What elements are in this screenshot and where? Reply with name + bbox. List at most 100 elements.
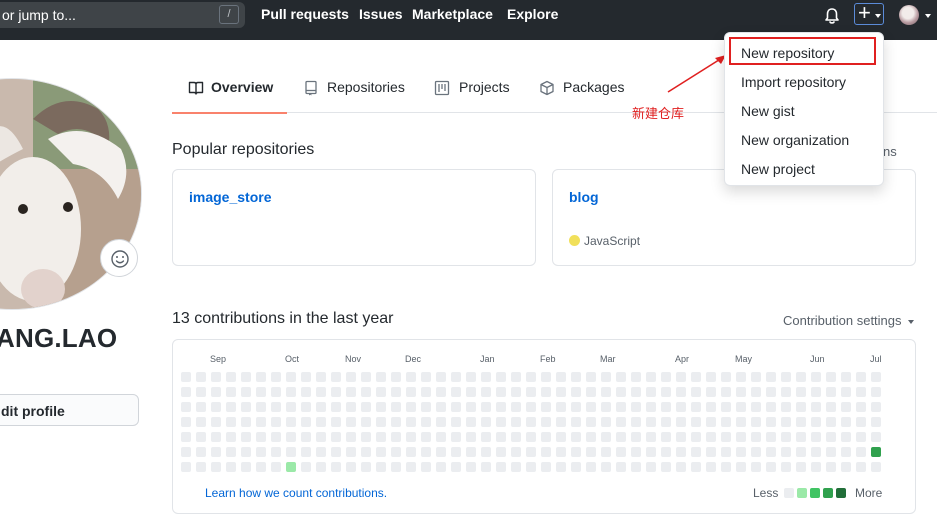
tab-packages-label: Packages	[563, 79, 625, 95]
contribution-day-cell	[826, 447, 836, 457]
contribution-day-cell	[451, 402, 461, 412]
contribution-day-cell	[211, 387, 221, 397]
contribution-day-cell	[586, 462, 596, 472]
contribution-day-cell	[241, 402, 251, 412]
menu-item-new-repository[interactable]: New repository	[741, 45, 834, 61]
nav-pull-requests[interactable]: Pull requests	[261, 6, 349, 22]
contribution-day-cell	[271, 462, 281, 472]
legend-level-4	[836, 488, 846, 498]
contribution-day-cell	[766, 462, 776, 472]
contribution-day-cell	[706, 402, 716, 412]
contribution-day-cell	[346, 402, 356, 412]
contribution-day-cell	[706, 372, 716, 382]
contribution-day-cell	[346, 372, 356, 382]
contribution-day-cell	[811, 372, 821, 382]
contribution-day-cell	[586, 387, 596, 397]
contribution-day-cell	[496, 387, 506, 397]
tab-overview[interactable]: Overview	[172, 66, 287, 114]
contribution-day-cell	[346, 462, 356, 472]
contribution-day-cell	[241, 462, 251, 472]
set-status-button[interactable]	[100, 239, 138, 277]
contribution-day-cell	[661, 387, 671, 397]
nav-explore[interactable]: Explore	[507, 6, 558, 22]
contribution-day-cell	[616, 447, 626, 457]
notification-bell-icon[interactable]	[822, 6, 842, 26]
contribution-day-cell	[436, 417, 446, 427]
contribution-day-cell	[271, 402, 281, 412]
repo-link-image-store[interactable]: image_store	[189, 189, 271, 205]
contribution-day-cell	[256, 432, 266, 442]
legend-level-1	[797, 488, 807, 498]
contribution-day-cell	[841, 402, 851, 412]
contribution-day-cell	[751, 462, 761, 472]
contribution-day-cell	[376, 432, 386, 442]
contribution-day-cell	[316, 417, 326, 427]
search-input[interactable]: or jump to... /	[0, 2, 245, 28]
learn-contributions-link[interactable]: Learn how we count contributions.	[205, 486, 387, 500]
repo-link-blog[interactable]: blog	[569, 189, 599, 205]
menu-item-new-organization[interactable]: New organization	[741, 132, 849, 148]
contribution-day-cell	[661, 447, 671, 457]
contribution-day-cell	[691, 447, 701, 457]
contribution-day-cell	[196, 417, 206, 427]
tab-packages[interactable]: Packages	[539, 66, 634, 113]
contribution-day-cell	[406, 372, 416, 382]
user-menu-caret-icon[interactable]	[925, 14, 931, 18]
contribution-day-cell	[286, 372, 296, 382]
contribution-day-cell	[241, 387, 251, 397]
contribution-day-cell	[451, 447, 461, 457]
contribution-day-cell	[451, 417, 461, 427]
contribution-day-cell	[586, 417, 596, 427]
contribution-day-cell	[511, 417, 521, 427]
contribution-day-cell	[241, 447, 251, 457]
contribution-day-cell	[721, 402, 731, 412]
contribution-day-cell	[301, 432, 311, 442]
project-icon	[434, 80, 450, 96]
contribution-day-cell	[676, 387, 686, 397]
legend-more-label: More	[855, 486, 883, 500]
contribution-day-cell	[586, 402, 596, 412]
menu-item-import-repository[interactable]: Import repository	[741, 74, 846, 90]
edit-profile-button[interactable]: dit profile	[0, 394, 139, 426]
contribution-day-cell	[286, 447, 296, 457]
contribution-day-cell	[271, 372, 281, 382]
contribution-day-cell	[721, 387, 731, 397]
contribution-day-cell	[691, 402, 701, 412]
legend-less-label: Less	[753, 486, 779, 500]
nav-issues[interactable]: Issues	[359, 6, 403, 22]
contribution-day-cell	[436, 432, 446, 442]
user-menu-avatar[interactable]	[899, 5, 919, 25]
contribution-day-cell	[676, 372, 686, 382]
menu-item-new-project[interactable]: New project	[741, 161, 815, 177]
contribution-day-cell	[526, 462, 536, 472]
contribution-day-cell	[616, 462, 626, 472]
contribution-day-cell	[616, 402, 626, 412]
contribution-day-cell	[256, 447, 266, 457]
tab-projects[interactable]: Projects	[434, 66, 524, 113]
contribution-day-cell	[361, 432, 371, 442]
contribution-graph: Sep Oct Nov Dec Jan Feb Mar Apr May Jun …	[172, 339, 916, 514]
contribution-day-cell	[526, 432, 536, 442]
contribution-day-cell	[781, 417, 791, 427]
month-label: Jan	[480, 354, 495, 364]
contribution-day-cell	[421, 372, 431, 382]
caret-down-icon	[908, 319, 915, 324]
contribution-day-cell	[871, 447, 881, 457]
contribution-day-cell	[526, 417, 536, 427]
contribution-day-cell	[346, 417, 356, 427]
contribution-day-cell	[421, 387, 431, 397]
tab-projects-label: Projects	[459, 79, 510, 95]
tab-repositories[interactable]: Repositories	[303, 66, 413, 113]
nav-marketplace[interactable]: Marketplace	[412, 6, 493, 22]
contribution-day-cell	[226, 432, 236, 442]
contribution-day-cell	[496, 372, 506, 382]
contribution-day-cell	[481, 447, 491, 457]
contribution-day-cell	[706, 447, 716, 457]
contribution-day-cell	[256, 387, 266, 397]
contribution-day-cell	[661, 417, 671, 427]
contribution-day-cell	[616, 432, 626, 442]
create-new-button[interactable]: +	[854, 1, 884, 25]
menu-item-new-gist[interactable]: New gist	[741, 103, 795, 119]
annotation-new-repo: 新建仓库	[632, 106, 685, 121]
contribution-settings-dropdown[interactable]: Contribution settings	[783, 313, 915, 328]
